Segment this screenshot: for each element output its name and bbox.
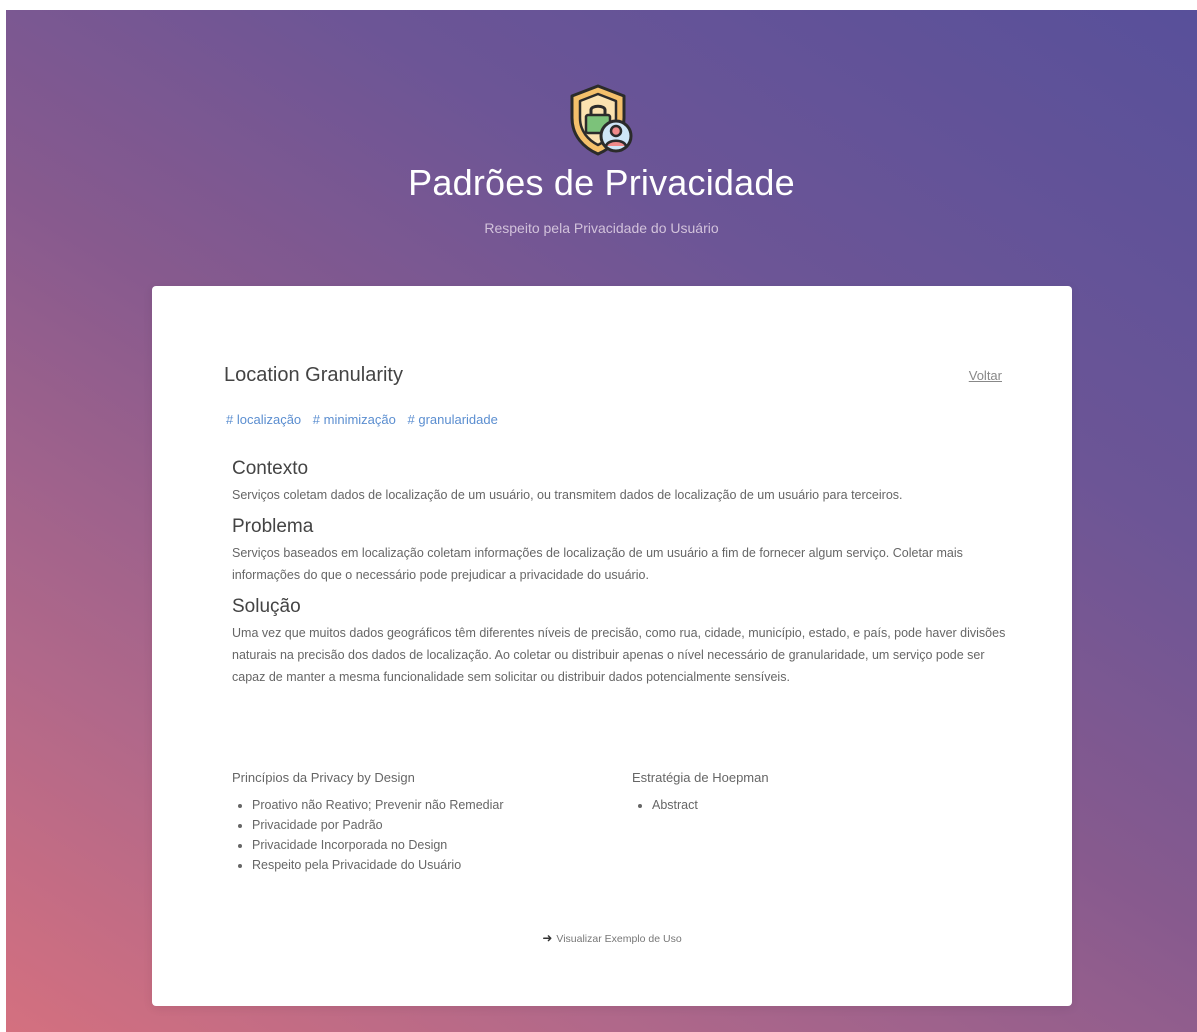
- tag-minimizacao[interactable]: # minimização: [313, 412, 396, 427]
- section-heading: Contexto: [232, 458, 309, 479]
- strategy-column: Estratégia de Hoepman Abstract: [632, 770, 1012, 815]
- list-item: Privacidade por Padrão: [252, 815, 612, 835]
- section-text: Serviços baseados em localização coletam…: [232, 546, 963, 582]
- principles-heading: Princípios da Privacy by Design: [232, 770, 415, 785]
- list-item: Privacidade Incorporada no Design: [252, 835, 612, 855]
- pattern-title: Location Granularity: [224, 364, 403, 386]
- tag-localizacao[interactable]: # localização: [226, 412, 301, 427]
- section-heading: Solução: [232, 596, 301, 617]
- tag-granularidade[interactable]: # granularidade: [408, 412, 498, 427]
- pattern-card: Location Granularity Voltar # localizaçã…: [152, 286, 1072, 1006]
- list-item: Abstract: [652, 795, 1012, 815]
- section-problema: Problema Serviços baseados em localizaçã…: [232, 516, 1012, 586]
- strategy-heading: Estratégia de Hoepman: [632, 770, 769, 785]
- hero-header: Padrões de Privacidade Respeito pela Pri…: [6, 80, 1197, 236]
- section-heading: Problema: [232, 516, 314, 537]
- section-contexto: Contexto Serviços coletam dados de local…: [232, 458, 1012, 506]
- principles-list: Proativo não Reativo; Prevenir não Remed…: [232, 795, 612, 875]
- section-solucao: Solução Uma vez que muitos dados geográf…: [232, 596, 1012, 688]
- view-example-link[interactable]: ➜ Visualizar Exemplo de Uso: [152, 931, 1072, 945]
- back-link[interactable]: Voltar: [969, 368, 1002, 383]
- site-title: Padrões de Privacidade: [408, 162, 795, 203]
- section-text: Uma vez que muitos dados geográficos têm…: [232, 626, 1006, 684]
- pattern-sections: Contexto Serviços coletam dados de local…: [232, 458, 1012, 698]
- site-subtitle: Respeito pela Privacidade do Usuário: [484, 220, 719, 236]
- principles-column: Princípios da Privacy by Design Proativo…: [232, 770, 612, 875]
- section-text: Serviços coletam dados de localização de…: [232, 488, 903, 502]
- page-background: Padrões de Privacidade Respeito pela Pri…: [6, 10, 1197, 1032]
- view-example-label: Visualizar Exemplo de Uso: [556, 933, 682, 945]
- arrow-right-icon: ➜: [542, 931, 553, 945]
- strategy-list: Abstract: [632, 795, 1012, 815]
- tag-list: # localização # minimização # granularid…: [226, 412, 506, 427]
- shield-lock-user-icon: [570, 84, 632, 156]
- list-item: Proativo não Reativo; Prevenir não Remed…: [252, 795, 612, 815]
- list-item: Respeito pela Privacidade do Usuário: [252, 855, 612, 875]
